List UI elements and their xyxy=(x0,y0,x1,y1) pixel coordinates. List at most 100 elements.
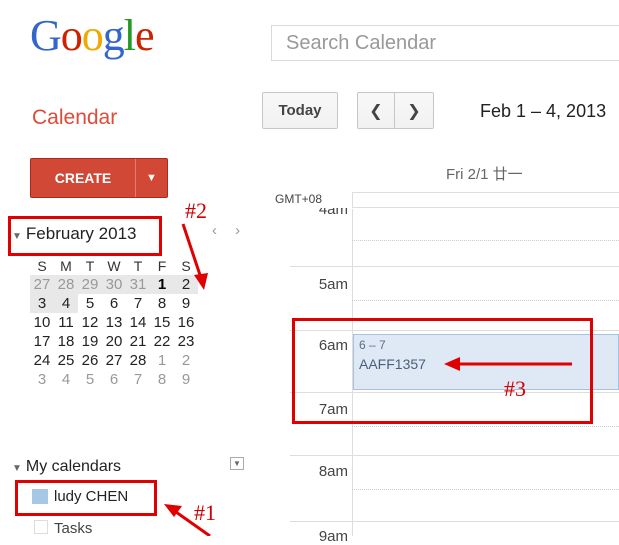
weekday-label: S xyxy=(37,257,47,274)
day-cell[interactable]: 3 xyxy=(30,370,54,389)
annotation-box-event xyxy=(292,318,593,424)
half-hour-line xyxy=(352,489,619,490)
day-cell[interactable]: 3 xyxy=(30,294,54,313)
day-cell[interactable]: 18 xyxy=(54,332,78,351)
day-cell[interactable]: 20 xyxy=(102,332,126,351)
all-day-row[interactable] xyxy=(352,192,619,208)
day-cell[interactable]: 13 xyxy=(102,313,126,332)
day-cell[interactable]: 8 xyxy=(150,294,174,313)
weekday-label: F xyxy=(157,257,167,274)
day-cell[interactable]: 23 xyxy=(174,332,198,351)
mini-next-icon[interactable]: › xyxy=(235,222,240,239)
day-cell[interactable]: 5 xyxy=(78,294,102,313)
day-cell[interactable]: 5 xyxy=(78,370,102,389)
logo-letter: g xyxy=(102,11,125,60)
day-cell[interactable]: 9 xyxy=(174,370,198,389)
calendar-menu-icon[interactable]: ▼ xyxy=(230,457,244,470)
day-cell[interactable]: 22 xyxy=(150,332,174,351)
create-button-group: CREATE ▼ xyxy=(30,158,168,198)
day-cell[interactable]: 24 xyxy=(30,351,54,370)
chevron-right-icon: ❯ xyxy=(407,102,421,120)
day-cell[interactable]: 17 xyxy=(30,332,54,351)
day-cell[interactable]: 27 xyxy=(30,275,54,294)
logo-letter: G xyxy=(30,11,62,60)
day-cell[interactable]: 9 xyxy=(174,294,198,313)
search-input[interactable] xyxy=(272,26,619,60)
day-cell[interactable]: 29 xyxy=(78,275,102,294)
arrow-1-head xyxy=(164,504,182,517)
today-button[interactable]: Today xyxy=(262,92,338,129)
half-hour-line xyxy=(352,240,619,241)
timezone-label: GMT+08 xyxy=(275,192,323,206)
my-calendars-label: My calendars xyxy=(25,458,122,475)
day-cell[interactable]: 28 xyxy=(54,275,78,294)
google-logo: Google xyxy=(30,11,155,60)
date-range: Feb 1 – 4, 2013 xyxy=(480,101,607,121)
hour-label: 8am xyxy=(318,463,348,480)
day-cell[interactable]: 14 xyxy=(126,313,150,332)
half-hour-line xyxy=(352,300,619,301)
day-cell[interactable]: 2 xyxy=(174,275,198,294)
annotation-label-3: #3 xyxy=(504,376,526,401)
logo-letter: l xyxy=(123,11,136,60)
mini-calendar-nav: ‹ › xyxy=(212,222,240,239)
day-cell[interactable]: 2 xyxy=(174,351,198,370)
weekday-label: T xyxy=(85,257,95,274)
weekday-label: M xyxy=(60,257,72,274)
app-title: Calendar xyxy=(32,106,118,129)
hour-label: 4am xyxy=(318,208,348,218)
hour-label: 9am xyxy=(318,528,348,545)
weekday-label: S xyxy=(181,257,191,274)
day-cell[interactable]: 28 xyxy=(126,351,150,370)
my-calendars-header[interactable]: ▼ My calendars xyxy=(12,458,121,476)
day-cell[interactable]: 7 xyxy=(126,370,150,389)
day-cell[interactable]: 21 xyxy=(126,332,150,351)
collapse-triangle-icon: ▼ xyxy=(12,463,22,474)
next-period-button[interactable]: ❯ xyxy=(394,92,434,129)
logo-letter: e xyxy=(135,11,155,60)
day-cell[interactable]: 10 xyxy=(30,313,54,332)
create-button[interactable]: CREATE xyxy=(31,159,136,197)
hour-line xyxy=(290,521,619,522)
logo-letter: o xyxy=(60,11,83,60)
chevron-down-icon: ▼ xyxy=(146,172,157,184)
day-cell[interactable]: 16 xyxy=(174,313,198,332)
calendar-item-tasks[interactable]: Tasks xyxy=(54,520,92,537)
annotation-box-calendar-item xyxy=(15,480,157,516)
logo-letter: o xyxy=(81,11,104,60)
tasks-color-swatch xyxy=(34,520,48,534)
day-cell[interactable]: 8 xyxy=(150,370,174,389)
day-cell[interactable]: 6 xyxy=(102,294,126,313)
annotation-label-1: #1 xyxy=(194,500,216,525)
day-cell[interactable]: 15 xyxy=(150,313,174,332)
day-cell[interactable]: 4 xyxy=(54,370,78,389)
annotation-box-month xyxy=(8,216,162,256)
hour-line xyxy=(290,455,619,456)
day-cell[interactable]: 12 xyxy=(78,313,102,332)
day-cell[interactable]: 26 xyxy=(78,351,102,370)
day-column-header[interactable]: Fri 2/1 廿一 xyxy=(446,163,523,184)
day-cell[interactable]: 25 xyxy=(54,351,78,370)
weekday-label: W xyxy=(107,257,121,274)
day-cell[interactable]: 6 xyxy=(102,370,126,389)
create-dropdown-button[interactable]: ▼ xyxy=(136,159,167,197)
previous-period-button[interactable]: ❮ xyxy=(357,92,395,129)
hour-line xyxy=(290,266,619,267)
search-box[interactable] xyxy=(271,25,619,61)
day-cell-selected[interactable]: 1 xyxy=(150,275,174,294)
day-cell[interactable]: 4 xyxy=(54,294,78,313)
mini-prev-icon[interactable]: ‹ xyxy=(212,222,217,239)
mini-calendar-grid: S M T W T F S 27 28 29 30 31 1 2 3 4 5 6… xyxy=(30,256,198,389)
day-cell[interactable]: 27 xyxy=(102,351,126,370)
day-cell[interactable]: 30 xyxy=(102,275,126,294)
day-cell[interactable]: 1 xyxy=(150,351,174,370)
annotation-label-2: #2 xyxy=(185,198,207,223)
hour-label: 5am xyxy=(318,276,348,293)
day-cell[interactable]: 7 xyxy=(126,294,150,313)
half-hour-line xyxy=(352,426,619,427)
weekday-label: T xyxy=(133,257,143,274)
day-cell[interactable]: 11 xyxy=(54,313,78,332)
day-cell[interactable]: 31 xyxy=(126,275,150,294)
chevron-left-icon: ❮ xyxy=(369,102,383,120)
day-cell[interactable]: 19 xyxy=(78,332,102,351)
